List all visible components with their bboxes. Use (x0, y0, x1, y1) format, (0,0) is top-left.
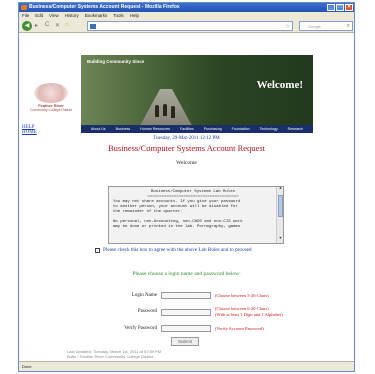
banner-photo-people (151, 101, 181, 119)
browser-window: Business/Computer Systems Account Reques… (18, 2, 355, 372)
footer-org: Butte / Feather River Community College … (67, 354, 154, 359)
agree-checkbox[interactable] (95, 247, 100, 253)
home-link[interactable]: HOME (22, 130, 37, 135)
site-nav-business[interactable]: Business (116, 125, 131, 133)
reload-icon[interactable]: C (45, 22, 49, 28)
menu-bar: File Edit View History Bookmarks Tools H… (19, 12, 354, 19)
password-input[interactable] (161, 309, 211, 316)
navigation-toolbar: ◀ ▸ C ✕ ⌂ ☆ Google ⌕ (19, 19, 354, 33)
logo-emblem (34, 83, 68, 103)
firefox-icon (21, 5, 27, 10)
login-name-input[interactable] (161, 292, 211, 299)
minimize-button[interactable]: _ (327, 4, 335, 11)
agree-row: Please check this box to agree with the … (95, 247, 252, 253)
site-nav-technology[interactable]: Technology (260, 125, 278, 133)
site-nav-facilities[interactable]: Facilities (180, 125, 194, 133)
banner-tagline: Building Community Since (87, 59, 145, 64)
lab-rules-textarea[interactable]: Business/Computer Systems Lab Rules ====… (108, 186, 284, 244)
menu-tools[interactable]: Tools (113, 12, 124, 19)
site-favicon (90, 24, 96, 29)
menu-bookmarks[interactable]: Bookmarks (85, 12, 108, 19)
banner-person (171, 106, 175, 118)
site-nav-human-resources[interactable]: Human Resources (140, 125, 170, 133)
password-label: Password (137, 309, 157, 314)
banner-welcome: Welcome! (256, 79, 303, 91)
window-controls: _ □ × (327, 4, 353, 11)
current-date: Tuesday, 29-Mar-2011 12:12 PM (153, 136, 220, 141)
agree-label[interactable]: Please check this box to agree with the … (103, 247, 252, 253)
menu-edit[interactable]: Edit (35, 12, 43, 19)
login-name-hint: (Choose between 5-20 Chars) (215, 293, 269, 298)
search-placeholder: Google (308, 24, 321, 29)
scroll-down-icon[interactable]: ▼ (277, 237, 283, 243)
scroll-thumb[interactable] (278, 195, 283, 217)
status-bar: Done (19, 361, 354, 371)
password-hint-detail: (With at least 1 Digit and 1 Alphabet) (215, 312, 283, 317)
site-nav: About Us Business Human Resources Facili… (81, 125, 313, 133)
menu-view[interactable]: View (49, 12, 59, 19)
page-footer: Last Updated: Tuesday, March 1st, 2011 a… (67, 349, 161, 359)
home-icon[interactable]: ⌂ (65, 22, 69, 28)
site-nav-research[interactable]: Research (288, 125, 303, 133)
site-nav-purchasing[interactable]: Purchasing (204, 125, 222, 133)
search-input[interactable]: Google ⌕ (299, 21, 353, 31)
window-titlebar: Business/Computer Systems Account Reques… (19, 3, 354, 12)
scroll-up-icon[interactable]: ▲ (277, 187, 283, 193)
submit-button[interactable]: Submit (171, 337, 199, 346)
header-banner: Building Community Since Welcome! About … (81, 55, 313, 133)
side-links: HELP HOME (22, 125, 37, 135)
url-bar[interactable]: ☆ (87, 21, 293, 31)
menu-file[interactable]: File (22, 12, 29, 19)
site-nav-about-us[interactable]: About Us (91, 125, 106, 133)
password-hint: (Choose between 6-20 Chars) (215, 306, 269, 311)
search-icon[interactable]: ⌕ (347, 22, 350, 31)
rules-scrollbar[interactable]: ▲ ▼ (276, 187, 283, 243)
banner-person (155, 105, 159, 117)
forward-icon[interactable]: ▸ (35, 22, 38, 29)
status-text: Done (22, 364, 32, 369)
rules-line: may be done or printed in the lab. Porno… (113, 225, 241, 229)
back-icon[interactable]: ◀ (22, 21, 32, 31)
choose-login-heading: Please choose a login name and password … (132, 271, 241, 277)
logo-subtitle: Community College District (29, 108, 73, 112)
close-button[interactable]: × (345, 4, 353, 11)
site-nav-foundation[interactable]: Foundation (232, 125, 250, 133)
college-logo: Feather River Community College District (23, 83, 79, 119)
bookmark-star-icon[interactable]: ☆ (285, 23, 290, 30)
welcome-text: Welcome (176, 160, 197, 166)
menu-history[interactable]: History (65, 12, 79, 19)
menu-help[interactable]: Help (130, 12, 139, 19)
verify-password-label: Verify Password (124, 326, 157, 331)
verify-password-hint: (Verify Account Password) (215, 326, 264, 331)
login-name-label: Login Name (131, 293, 157, 298)
page-content: Building Community Since Welcome! About … (19, 33, 354, 361)
window-title: Business/Computer Systems Account Reques… (29, 4, 180, 10)
verify-password-input[interactable] (161, 325, 211, 332)
maximize-button[interactable]: □ (336, 4, 344, 11)
page-title: Business/Computer Systems Account Reques… (107, 143, 265, 153)
banner-person (163, 104, 167, 116)
stop-icon[interactable]: ✕ (55, 22, 60, 29)
